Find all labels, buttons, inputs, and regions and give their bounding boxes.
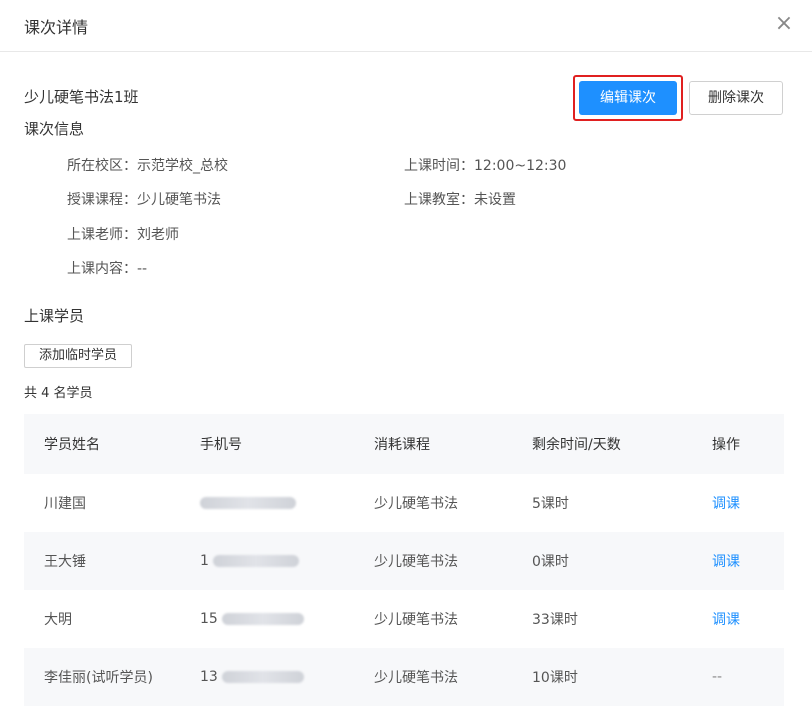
adjust-lesson-link[interactable]: 调课: [712, 532, 740, 590]
student-course: 少儿硬笔书法: [374, 670, 458, 686]
student-remaining: 0课时: [532, 554, 569, 570]
campus-info: 所在校区：示范学校_总校: [67, 155, 228, 175]
table-row: 王大锤 1 少儿硬笔书法 0课时 调课: [24, 532, 784, 590]
action-placeholder: --: [712, 669, 723, 685]
delete-lesson-button[interactable]: 删除课次: [689, 81, 783, 115]
course-label: 授课课程：: [67, 192, 137, 208]
time-info: 上课时间：12:00~12:30: [404, 155, 566, 175]
table-header-row: 学员姓名 手机号 消耗课程 剩余时间/天数 操作: [24, 414, 784, 474]
lesson-info-title: 课次信息: [24, 120, 85, 138]
content-label: 上课内容：: [67, 261, 137, 277]
student-name: 大明: [44, 612, 72, 628]
column-header-action: 操作: [712, 437, 740, 453]
phone-blur: [200, 497, 296, 509]
dialog-title: 课次详情: [24, 18, 89, 37]
students-table: 学员姓名 手机号 消耗课程 剩余时间/天数 操作 川建国 少儿硬笔书法 5课时 …: [24, 414, 784, 706]
students-section-title: 上课学员: [24, 307, 85, 325]
room-info: 上课教室：未设置: [404, 189, 516, 209]
student-phone: [200, 474, 296, 532]
adjust-lesson-link[interactable]: 调课: [712, 474, 740, 532]
time-label: 上课时间：: [404, 158, 474, 174]
lesson-name: 少儿硬笔书法1班: [24, 88, 139, 106]
phone-blur: [221, 671, 304, 683]
teacher-label: 上课老师：: [67, 227, 137, 243]
course-info: 授课课程：少儿硬笔书法: [67, 189, 221, 209]
campus-value: 示范学校_总校: [137, 158, 228, 174]
teacher-info: 上课老师：刘老师: [67, 224, 179, 244]
column-header-remaining: 剩余时间/天数: [532, 437, 621, 453]
phone-prefix: 13: [200, 669, 218, 685]
edit-button-highlight: 编辑课次: [573, 75, 683, 121]
student-course: 少儿硬笔书法: [374, 612, 458, 628]
table-row: 李佳丽(试听学员) 13 少儿硬笔书法 10课时 --: [24, 648, 784, 706]
student-phone: 1: [200, 532, 299, 590]
table-row: 大明 15 少儿硬笔书法 33课时 调课: [24, 590, 784, 648]
student-name: 川建国: [44, 496, 86, 512]
student-course: 少儿硬笔书法: [374, 496, 458, 512]
lesson-detail-dialog: 课次详情 × 少儿硬笔书法1班 编辑课次 删除课次 课次信息 所在校区：示范学校…: [0, 0, 812, 722]
phone-blur: [221, 613, 304, 625]
column-header-name: 学员姓名: [44, 437, 100, 453]
dialog-header: 课次详情 ×: [0, 0, 812, 52]
campus-label: 所在校区：: [67, 158, 137, 174]
column-header-course: 消耗课程: [374, 437, 430, 453]
phone-prefix: 15: [200, 611, 218, 627]
student-course: 少儿硬笔书法: [374, 554, 458, 570]
room-label: 上课教室：: [404, 192, 474, 208]
student-remaining: 33课时: [532, 612, 578, 628]
teacher-value: 刘老师: [137, 227, 179, 243]
table-row: 川建国 少儿硬笔书法 5课时 调课: [24, 474, 784, 532]
edit-lesson-button[interactable]: 编辑课次: [579, 81, 677, 115]
column-header-phone: 手机号: [200, 437, 242, 453]
phone-blur: [212, 555, 299, 567]
time-value: 12:00~12:30: [474, 158, 567, 174]
close-icon[interactable]: ×: [770, 10, 798, 38]
student-remaining: 5课时: [532, 496, 569, 512]
student-phone: 13: [200, 648, 304, 706]
student-name: 李佳丽(试听学员): [44, 670, 153, 686]
student-remaining: 10课时: [532, 670, 578, 686]
student-name: 王大锤: [44, 554, 86, 570]
phone-prefix: 1: [200, 553, 209, 569]
student-phone: 15: [200, 590, 304, 648]
add-temp-student-button[interactable]: 添加临时学员: [24, 344, 132, 368]
content-value: --: [137, 261, 148, 277]
student-count: 共 4 名学员: [24, 386, 93, 401]
course-value: 少儿硬笔书法: [137, 192, 221, 208]
adjust-lesson-link[interactable]: 调课: [712, 590, 740, 648]
room-value: 未设置: [474, 192, 516, 208]
content-info: 上课内容：--: [67, 258, 147, 278]
